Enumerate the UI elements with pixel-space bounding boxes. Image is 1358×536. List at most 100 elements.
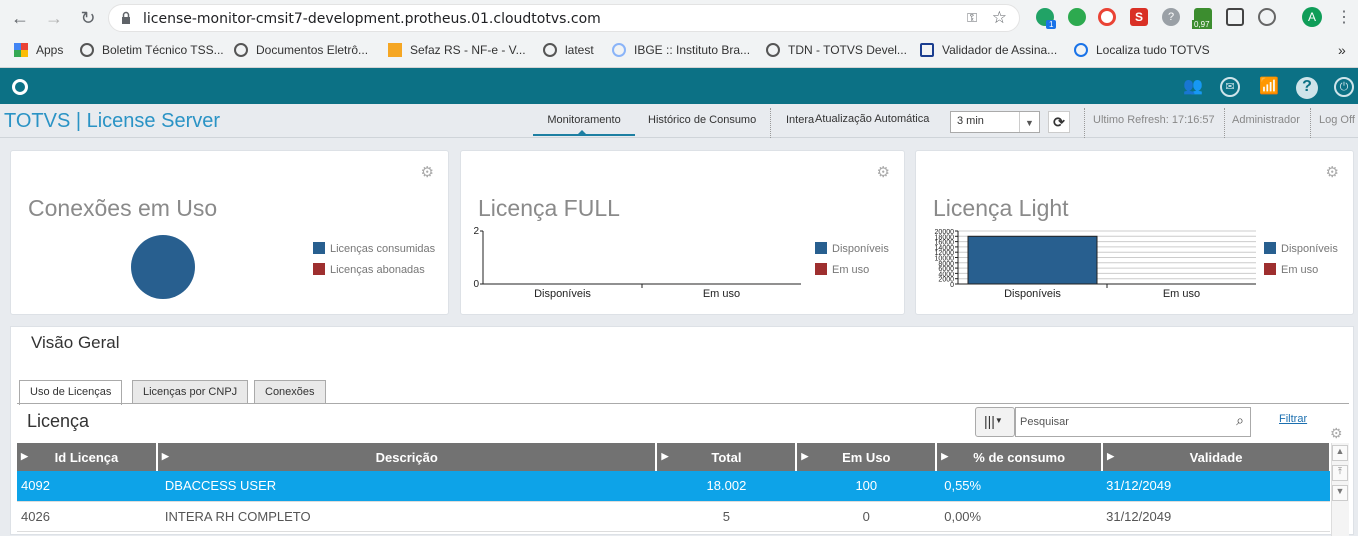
help-icon[interactable]: ? <box>1296 77 1318 99</box>
bookmark-tdn[interactable]: TDN - TOTVS Devel... <box>766 41 907 59</box>
table-scrollbar[interactable]: ▲ ⤒ ▼ <box>1331 443 1349 536</box>
column-header[interactable]: ▶Descrição <box>157 443 657 471</box>
address-bar[interactable]: license-monitor-cmsit7-development.proth… <box>108 4 1020 32</box>
card-licenca-light: ⚙ Licença Light 200001800016000140001200… <box>915 150 1354 315</box>
tab-uso-licencas[interactable]: Uso de Licenças <box>19 380 122 405</box>
y-tick-label: 2 <box>473 226 479 237</box>
divider <box>1224 108 1225 138</box>
auto-refresh-label: Atualização Automática <box>815 113 929 125</box>
tab-historico[interactable]: Histórico de Consumo <box>648 114 756 126</box>
bookmark-sefaz[interactable]: Sefaz RS - NF-e - V... <box>388 41 526 59</box>
refresh-icon: ⟳ <box>1053 114 1065 130</box>
bookmark-ibge[interactable]: IBGE :: Instituto Bra... <box>612 41 750 59</box>
bookmark-label: Documentos Eletrô... <box>256 43 368 57</box>
card-title: Licença Light <box>933 195 1069 222</box>
divider <box>770 108 771 138</box>
tab-underline <box>17 403 1349 404</box>
search-icon[interactable]: ⌕ <box>1236 412 1244 429</box>
bookmark-validador[interactable]: Validador de Assina... <box>920 41 1057 59</box>
card-title: Conexões em Uso <box>28 195 217 222</box>
antenna-icon[interactable]: 📶 <box>1258 77 1280 97</box>
bookmark-label: Boletim Técnico TSS... <box>102 43 224 57</box>
column-header[interactable]: ▶Em Uso <box>796 443 936 471</box>
scroll-down-icon[interactable]: ▼ <box>1332 485 1348 501</box>
table-row[interactable]: 4092 DBACCESS USER 18.002 100 0,55% 31/1… <box>17 471 1330 501</box>
reload-icon[interactable]: ↻ <box>76 6 100 30</box>
bookmarks-more[interactable]: » <box>1338 41 1346 59</box>
column-label: Total <box>711 450 741 465</box>
extension-green-icon[interactable] <box>1068 8 1086 26</box>
column-header[interactable]: ▶% de consumo <box>936 443 1102 471</box>
refresh-button[interactable]: ⟳ <box>1048 111 1070 133</box>
column-header[interactable]: ▶Validade <box>1102 443 1330 471</box>
bookmark-latest[interactable]: latest <box>543 41 594 59</box>
tab-intera[interactable]: Intera <box>786 114 814 126</box>
forward-icon[interactable]: → <box>42 6 66 30</box>
gear-icon[interactable]: ⚙ <box>1326 163 1339 181</box>
bar-chart-full: 20DisponíveisEm uso <box>461 221 806 306</box>
extension-help-icon[interactable]: ? <box>1162 8 1180 26</box>
tab-licencas-cnpj[interactable]: Licenças por CNPJ <box>132 380 248 404</box>
menu-dots-icon[interactable]: ⋮ <box>1336 7 1352 27</box>
column-header[interactable]: ▶Id Licença <box>17 443 157 471</box>
legend-item[interactable]: Licenças consumidas <box>313 242 435 255</box>
sort-icon: ▶ <box>941 451 948 462</box>
search-input[interactable]: Pesquisar⌕ <box>1015 407 1251 437</box>
extension-badge: 1 <box>1046 20 1056 29</box>
table-row[interactable]: 4026 INTERA RH COMPLETO 5 0 0,00% 31/12/… <box>17 501 1330 531</box>
y-tick-label: 0 <box>950 282 954 289</box>
legend-swatch <box>313 263 325 275</box>
filter-link[interactable]: Filtrar <box>1279 413 1307 425</box>
gear-icon[interactable]: ⚙ <box>877 163 890 181</box>
legend-label: Em uso <box>832 264 869 276</box>
columns-button[interactable]: |||▼ <box>975 407 1015 437</box>
bookmark-documentos[interactable]: Documentos Eletrô... <box>234 41 368 59</box>
globe-icon <box>543 43 557 57</box>
divider <box>1084 108 1085 138</box>
overview-title: Visão Geral <box>31 333 120 353</box>
pie-slice-consumidas[interactable] <box>131 235 195 299</box>
legend-item[interactable]: Em uso <box>815 263 869 276</box>
legend-item[interactable]: Disponíveis <box>815 242 889 255</box>
extension-google-icon[interactable] <box>1098 8 1116 26</box>
user-name[interactable]: Administrador <box>1232 114 1300 126</box>
bookmark-star-icon[interactable]: ☆ <box>992 8 1007 28</box>
refresh-interval-select[interactable]: 3 min▼ <box>950 111 1040 133</box>
bookmark-apps[interactable]: Apps <box>14 41 63 59</box>
logoff-link[interactable]: Log Off <box>1319 114 1355 126</box>
back-icon[interactable]: ← <box>8 6 32 30</box>
legend-item[interactable]: Disponíveis <box>1264 242 1338 255</box>
legend-swatch <box>815 242 827 254</box>
column-header[interactable]: ▶Total <box>656 443 796 471</box>
cell-total: 18.002 <box>656 471 796 501</box>
power-icon[interactable]: ⏻ <box>1334 77 1354 97</box>
users-icon[interactable]: 👥 <box>1182 77 1204 97</box>
extension-circle-icon[interactable] <box>1258 8 1276 26</box>
bookmark-localiza[interactable]: Localiza tudo TOTVS <box>1074 41 1210 59</box>
totvs-logo-icon[interactable] <box>12 79 28 95</box>
gear-icon[interactable]: ⚙ <box>1330 425 1343 442</box>
sefaz-icon <box>388 43 402 57</box>
cell-descricao: DBACCESS USER <box>157 471 657 501</box>
totvs-icon <box>80 43 94 57</box>
legend-swatch <box>1264 263 1276 275</box>
cell-em-uso: 0 <box>796 501 936 531</box>
licenses-table: ▶Id Licença ▶Descrição ▶Total ▶Em Uso ▶%… <box>17 443 1331 532</box>
tab-conexoes[interactable]: Conexões <box>254 380 326 404</box>
legend-label: Disponíveis <box>1281 243 1338 255</box>
legend-label: Em uso <box>1281 264 1318 276</box>
extension-window-icon[interactable] <box>1226 8 1244 26</box>
bookmark-boletim[interactable]: Boletim Técnico TSS... <box>80 41 224 59</box>
card-conexoes: ⚙ Conexões em Uso Licenças consumidas Li… <box>10 150 449 315</box>
gear-icon[interactable]: ⚙ <box>421 163 434 181</box>
legend-item[interactable]: Licenças abonadas <box>313 263 425 276</box>
tab-label: Monitoramento <box>547 114 620 126</box>
legend-label: Disponíveis <box>832 243 889 255</box>
key-icon[interactable]: ⚿ <box>967 10 977 26</box>
scroll-top-icon[interactable]: ⤒ <box>1332 465 1348 481</box>
profile-avatar[interactable]: A <box>1302 7 1322 27</box>
mail-icon[interactable]: ✉ <box>1220 77 1240 97</box>
extension-s-icon[interactable]: S <box>1130 8 1148 26</box>
legend-item[interactable]: Em uso <box>1264 263 1318 276</box>
scroll-up-icon[interactable]: ▲ <box>1332 445 1348 461</box>
